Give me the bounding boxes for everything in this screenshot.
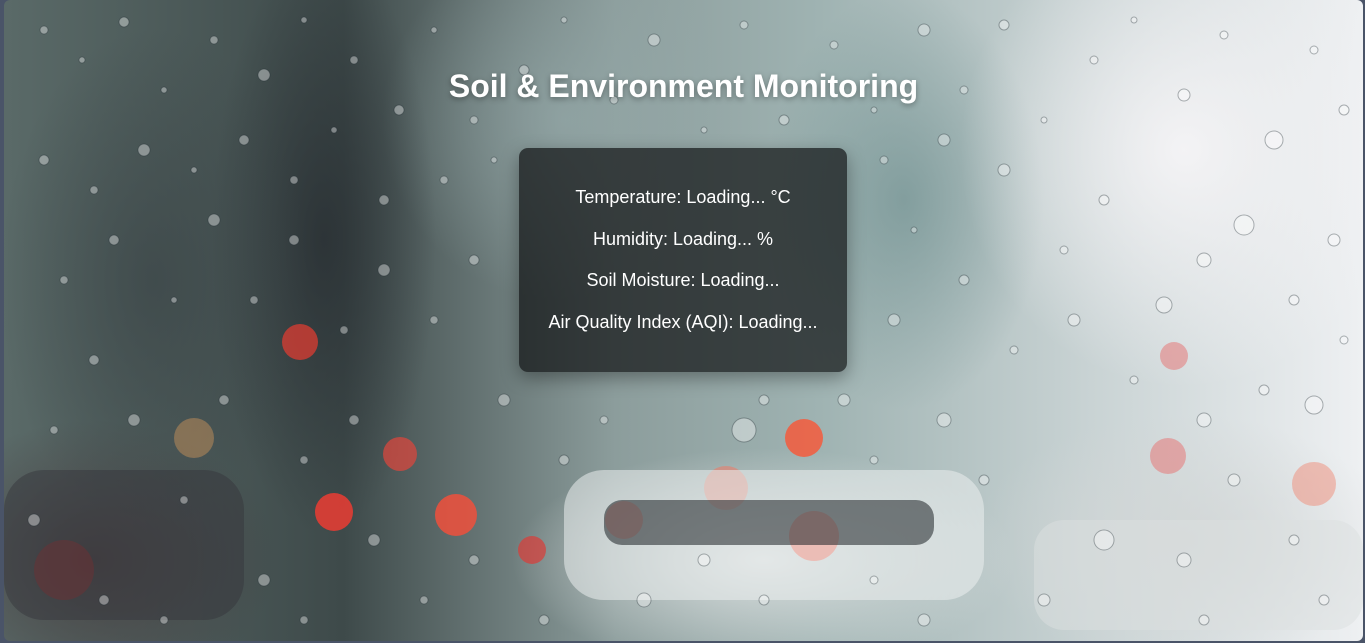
soil-moisture-reading: Soil Moisture: Loading... xyxy=(586,270,780,290)
temperature-reading: Temperature: Loading... °C xyxy=(575,187,791,207)
humidity-reading: Humidity: Loading... % xyxy=(592,229,774,249)
page-title: Soil & Environment Monitoring xyxy=(448,68,919,104)
app-window: Soil & Environment Monitoring Temperatur… xyxy=(4,0,1363,641)
car-silhouettes xyxy=(4,470,1363,630)
aqi-reading: Air Quality Index (AQI): Loading... xyxy=(548,312,818,332)
readings-panel: Temperature: Loading... °C Humidity: Loa… xyxy=(519,148,847,372)
